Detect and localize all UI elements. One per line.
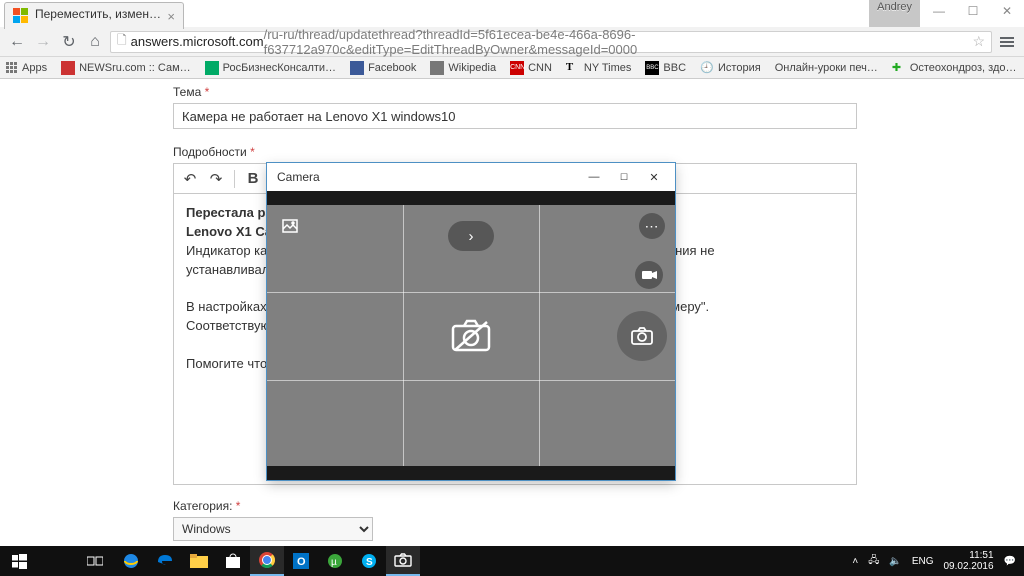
window-close-button[interactable]: ✕ xyxy=(990,0,1024,22)
shutter-button[interactable] xyxy=(617,311,667,361)
forward-button[interactable]: → xyxy=(32,31,54,53)
camera-title: Camera xyxy=(277,170,579,184)
details-label: Подробности * xyxy=(173,145,857,159)
bookmark-item[interactable]: NEWSru.com :: Сам… xyxy=(61,61,191,75)
category-select[interactable]: Windows xyxy=(173,517,373,541)
theme-input[interactable] xyxy=(173,103,857,129)
camera-titlebar[interactable]: Camera — ☐ ✕ xyxy=(267,163,675,191)
tray-chevron-icon[interactable]: ˄ xyxy=(852,556,858,567)
address-bar[interactable]: 🗋 answers.microsoft.com/ru-ru/thread/upd… xyxy=(110,31,992,53)
tray-lang[interactable]: ENG xyxy=(912,556,934,567)
camera-maximize-button[interactable]: ☐ xyxy=(609,166,639,188)
bookmark-item[interactable]: CNNCNN xyxy=(510,61,552,75)
facebook-icon xyxy=(350,61,364,75)
bold-button[interactable]: B xyxy=(243,169,263,189)
taskbar-store[interactable] xyxy=(216,546,250,576)
taskbar-explorer[interactable] xyxy=(182,546,216,576)
camera-minimize-button[interactable]: — xyxy=(579,166,609,188)
taskbar-camera[interactable] xyxy=(386,546,420,576)
taskbar-edge[interactable] xyxy=(148,546,182,576)
theme-label: Тема * xyxy=(173,85,857,99)
bbc-icon: BBC xyxy=(645,61,659,75)
url-host: answers.microsoft.com xyxy=(131,34,264,49)
tray-clock[interactable]: 11:51 09.02.2016 xyxy=(943,550,993,572)
next-button[interactable]: › xyxy=(448,221,494,251)
undo-button[interactable]: ↶ xyxy=(180,169,200,189)
favicon xyxy=(205,61,219,75)
start-button[interactable] xyxy=(0,546,38,576)
apps-button[interactable]: Apps xyxy=(6,62,47,74)
nyt-icon: T xyxy=(566,61,580,75)
gallery-button[interactable] xyxy=(277,213,303,239)
tray-network-icon[interactable]: 🖧 xyxy=(868,553,879,570)
camera-disabled-icon xyxy=(449,318,493,354)
redo-button[interactable]: ↷ xyxy=(206,169,226,189)
bookmark-item[interactable]: TNY Times xyxy=(566,61,631,75)
bookmark-item[interactable]: 🕘История xyxy=(700,61,761,75)
camera-close-button[interactable]: ✕ xyxy=(639,166,669,188)
svg-text:O: O xyxy=(297,556,306,568)
taskbar-utorrent[interactable]: µ xyxy=(318,546,352,576)
tray-notifications-icon[interactable]: 💬 xyxy=(1004,556,1016,567)
back-button[interactable]: ← xyxy=(6,31,28,53)
bookmarks-bar: Apps NEWSru.com :: Сам… РосБизнесКонсалт… xyxy=(0,57,1024,79)
more-options-button[interactable]: ⋯ xyxy=(639,213,665,239)
taskbar-outlook[interactable]: O xyxy=(284,546,318,576)
svg-text:µ: µ xyxy=(331,557,337,568)
cortana-button[interactable] xyxy=(38,546,76,576)
window-maximize-button[interactable]: ☐ xyxy=(956,0,990,22)
chrome-titlebar: Переместить, изменить и … × Andrey — ☐ ✕ xyxy=(0,0,1024,27)
home-button[interactable]: ⌂ xyxy=(84,31,106,53)
url-path: /ru-ru/thread/updatethread?threadId=5f61… xyxy=(264,27,969,57)
taskbar-skype[interactable]: S xyxy=(352,546,386,576)
tab-close-icon[interactable]: × xyxy=(167,9,175,24)
window-minimize-button[interactable]: — xyxy=(922,0,956,22)
chrome-toolbar: ← → ↻ ⌂ 🗋 answers.microsoft.com/ru-ru/th… xyxy=(0,27,1024,57)
taskbar-ie[interactable] xyxy=(114,546,148,576)
bookmark-item[interactable]: РосБизнесКонсалти… xyxy=(205,61,336,75)
tray-volume-icon[interactable]: 🔈 xyxy=(889,556,901,567)
bookmark-item[interactable]: BBCBBC xyxy=(645,61,686,75)
bookmark-item[interactable]: Онлайн-уроки печ… xyxy=(775,62,878,74)
bookmark-item[interactable]: Facebook xyxy=(350,61,416,75)
camera-app-window: Camera — ☐ ✕ › ⋯ xyxy=(267,163,675,480)
category-label: Категория: * xyxy=(173,499,857,513)
bookmark-item[interactable]: Wikipedia xyxy=(430,61,496,75)
bookmark-star-icon[interactable]: ☆ xyxy=(972,33,985,50)
bookmark-item[interactable]: ✚Остеохондроз, здо… xyxy=(892,61,1017,75)
wikipedia-icon xyxy=(430,61,444,75)
reload-button[interactable]: ↻ xyxy=(58,31,80,53)
taskbar-chrome[interactable] xyxy=(250,546,284,576)
system-tray[interactable]: ˄ 🖧 🔈 ENG 11:51 09.02.2016 💬 xyxy=(844,550,1024,572)
camera-viewport: › ⋯ xyxy=(267,191,675,480)
favicon xyxy=(61,61,75,75)
leaf-icon: ✚ xyxy=(892,61,906,75)
apps-grid-icon xyxy=(6,62,18,74)
browser-tab[interactable]: Переместить, изменить и … × xyxy=(4,2,184,29)
tab-title: Переместить, изменить и … xyxy=(35,7,167,21)
page-icon: 🗋 xyxy=(117,31,127,52)
cnn-icon: CNN xyxy=(510,61,524,75)
chrome-menu-button[interactable] xyxy=(996,31,1018,53)
chrome-user-badge[interactable]: Andrey xyxy=(869,0,920,27)
svg-text:S: S xyxy=(366,557,373,568)
clock-icon: 🕘 xyxy=(700,61,714,75)
ms-favicon xyxy=(13,8,29,24)
task-view-button[interactable] xyxy=(76,546,114,576)
video-mode-button[interactable] xyxy=(635,261,663,289)
windows-taskbar: O µ S ˄ 🖧 🔈 ENG 11:51 09.02.2016 💬 xyxy=(0,546,1024,576)
